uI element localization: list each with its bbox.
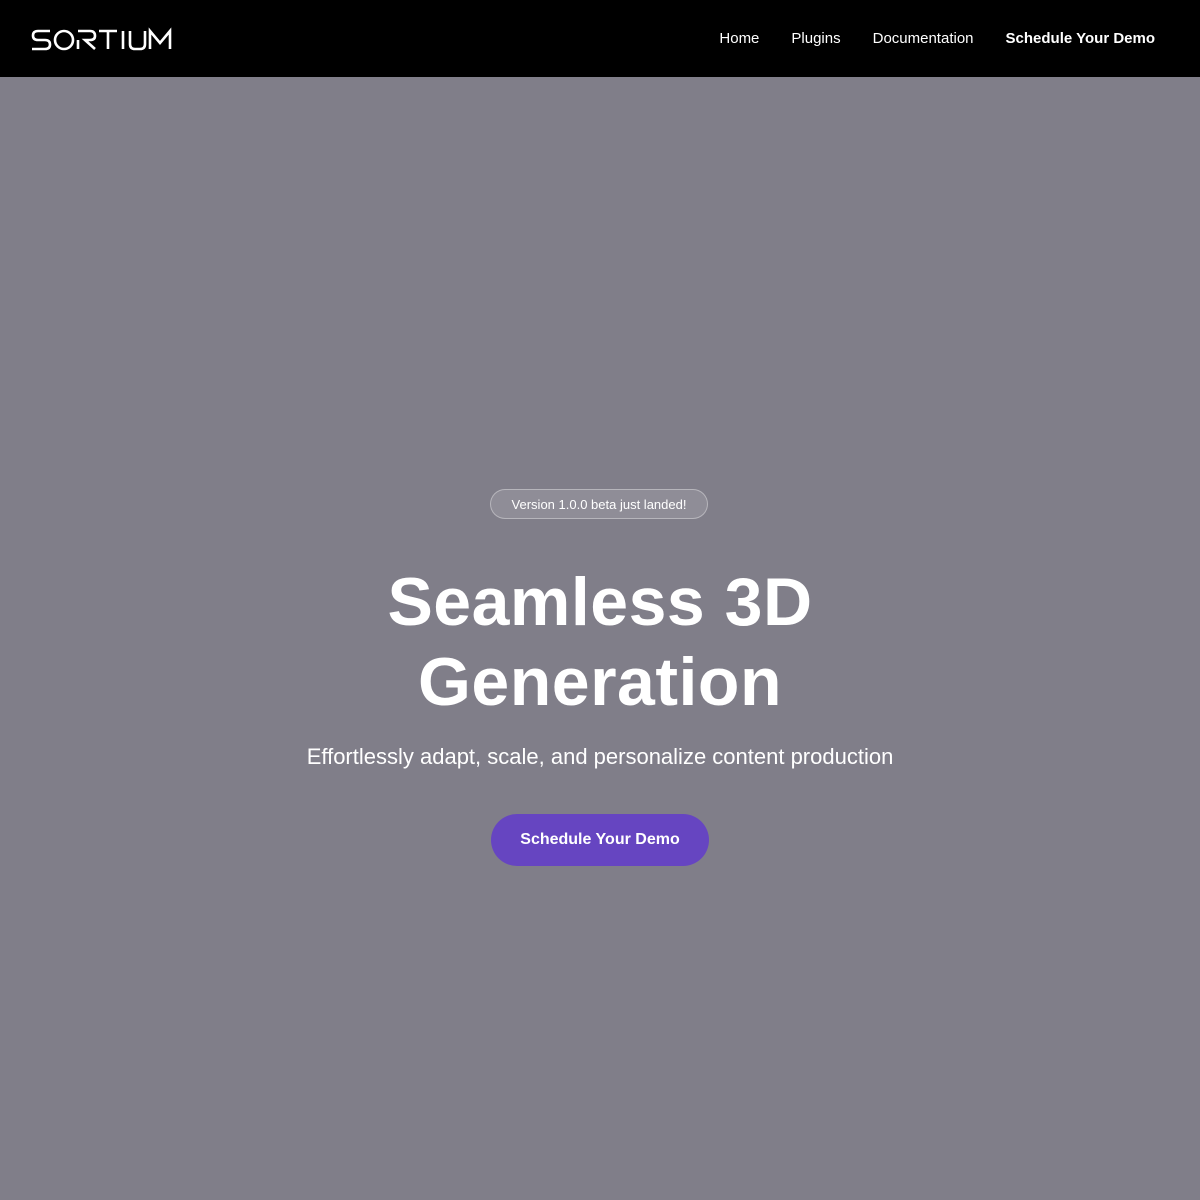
hero-headline-line-1: Seamless 3D bbox=[387, 564, 813, 640]
hero-subheadline: Effortlessly adapt, scale, and personali… bbox=[306, 744, 894, 769]
nav-link-documentation[interactable]: Documentation bbox=[873, 30, 974, 47]
schedule-demo-button[interactable]: Schedule Your Demo bbox=[491, 814, 709, 866]
nav-link-home[interactable]: Home bbox=[719, 30, 759, 47]
sortium-logo-mark bbox=[31, 27, 172, 51]
hero-headline: Seamless 3D Generation bbox=[0, 562, 1200, 722]
nav-link-schedule-demo[interactable]: Schedule Your Demo bbox=[1006, 30, 1155, 47]
top-navigation-bar: Home Plugins Documentation Schedule Your… bbox=[0, 0, 1200, 77]
hero-section: Version 1.0.0 beta just landed! Seamless… bbox=[0, 77, 1200, 1200]
hero-headline-line-2: Generation bbox=[418, 644, 782, 720]
nav-link-plugins[interactable]: Plugins bbox=[791, 30, 840, 47]
version-badge[interactable]: Version 1.0.0 beta just landed! bbox=[490, 489, 708, 519]
sortium-logo[interactable] bbox=[30, 22, 175, 58]
nav-menu: Home Plugins Documentation Schedule Your… bbox=[687, 0, 1155, 77]
